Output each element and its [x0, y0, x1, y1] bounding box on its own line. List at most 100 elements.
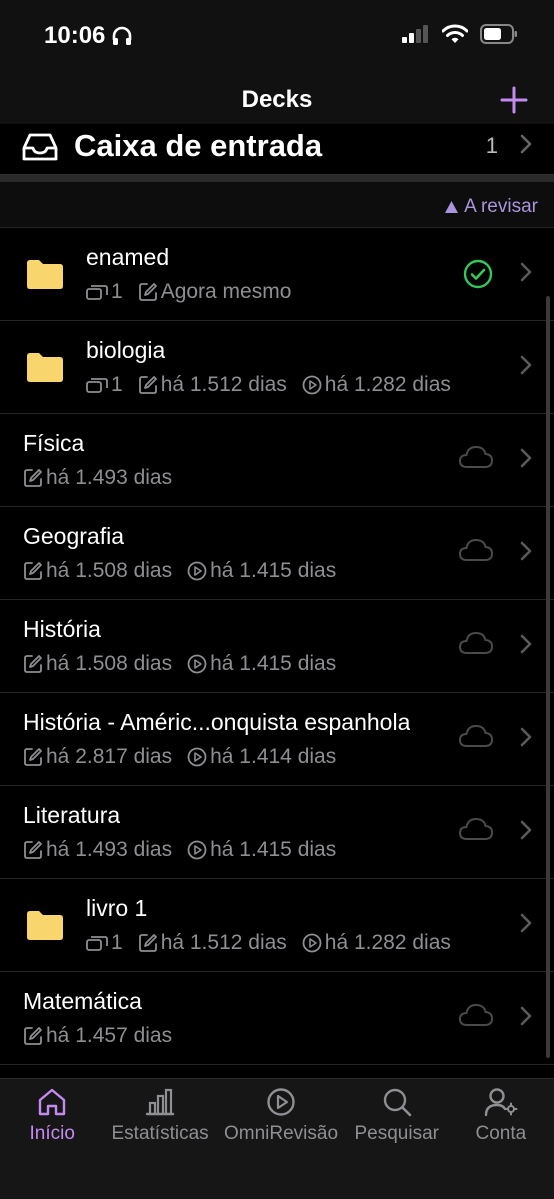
deck-meta: 1 há 1.512 dias há 1.282 dias [86, 931, 466, 955]
deck-row[interactable]: biologia 1 há 1.512 dias há 1.282 dias [0, 321, 554, 414]
deck-title: enamed [86, 244, 170, 270]
deck-meta: 1 há 1.512 dias há 1.282 dias [86, 373, 466, 397]
tab-account[interactable]: Conta [476, 1087, 526, 1145]
time-text: 10:06 [44, 22, 106, 49]
inbox-tray-icon [22, 133, 58, 161]
edit-icon [24, 562, 42, 580]
card-count: 1 [86, 373, 123, 397]
edit-icon [24, 1027, 42, 1045]
deck-meta: 1 Agora mesmo [86, 280, 306, 304]
cellular-signal-icon [402, 25, 428, 43]
sort-toggle[interactable]: A revisar [445, 196, 538, 218]
deck-title: Literatura [23, 802, 121, 828]
edited-text: há 1.493 dias [46, 838, 173, 861]
reviewed-text: há 1.415 dias [210, 559, 337, 582]
sort-label: A revisar [464, 196, 538, 217]
page-title: Decks [241, 86, 313, 113]
reviewed-text: há 1.415 dias [210, 652, 337, 675]
plus-icon [500, 86, 528, 114]
play-circle-icon [187, 654, 207, 674]
edit-icon [138, 934, 157, 952]
reviewed-text: há 1.282 dias [324, 373, 451, 396]
deck-row[interactable]: Literatura há 1.493 dias há 1.415 dias [0, 786, 554, 879]
play-circle-icon [187, 747, 207, 767]
cloud-icon [458, 631, 494, 654]
tab-home[interactable]: Início [30, 1087, 75, 1145]
tab-label: OmniRevisão [224, 1123, 339, 1144]
play-circle-icon [187, 840, 207, 860]
scrollbar[interactable] [546, 296, 550, 1058]
edit-icon [138, 283, 157, 301]
tab-label: Pesquisar [354, 1123, 440, 1144]
reviewed-date: há 1.282 dias [302, 373, 451, 397]
inbox-count: 1 [485, 133, 498, 158]
edited-date: há 1.512 dias [138, 931, 287, 955]
edited-text: há 1.508 dias [46, 559, 173, 582]
edited-text: há 1.512 dias [160, 931, 287, 954]
add-deck-button[interactable] [496, 82, 532, 118]
tab-search[interactable]: Pesquisar [354, 1087, 440, 1145]
deck-row[interactable]: livro 1 1 há 1.512 dias há 1.282 dias [0, 879, 554, 972]
deck-meta: há 1.457 dias [23, 1024, 187, 1048]
wifi-icon [442, 24, 468, 43]
edited-text: há 1.457 dias [46, 1024, 173, 1047]
chevron-right-icon [520, 727, 532, 747]
edited-date: há 1.508 dias [23, 559, 172, 583]
edited-text: há 1.508 dias [46, 652, 173, 675]
deck-row[interactable]: Física há 1.493 dias [0, 414, 554, 507]
edited-date: há 2.817 dias [23, 745, 172, 769]
play-circle-icon [267, 1088, 295, 1116]
cloud-icon [458, 445, 494, 468]
card-count-text: 1 [111, 280, 123, 303]
chevron-right-icon [520, 634, 532, 654]
edited-date: há 1.508 dias [23, 652, 172, 676]
search-icon [383, 1088, 412, 1117]
deck-row[interactable]: Matemática há 1.457 dias [0, 972, 554, 1065]
deck-title: biologia [86, 337, 166, 363]
battery-icon [480, 24, 517, 44]
deck-meta: há 1.508 dias há 1.415 dias [23, 559, 351, 583]
reviewed-date: há 1.282 dias [302, 931, 451, 955]
inbox-row[interactable]: Caixa de entrada 1 [0, 124, 554, 174]
card-count-text: 1 [111, 373, 123, 396]
cards-icon [86, 936, 108, 951]
folder-icon [27, 260, 63, 289]
play-circle-icon [302, 933, 322, 953]
status-icons [402, 24, 518, 44]
play-circle-icon [187, 561, 207, 581]
tab-play-circle[interactable]: OmniRevisão [224, 1087, 338, 1145]
inbox-label: Caixa de entrada [74, 128, 323, 163]
reviewed-date: há 1.414 dias [187, 745, 336, 769]
edit-icon [138, 376, 157, 394]
deck-meta: há 1.493 dias há 1.415 dias [23, 838, 351, 862]
home-icon [39, 1088, 66, 1116]
chevron-right-icon [520, 820, 532, 840]
deck-row[interactable]: enamed 1 Agora mesmo [0, 228, 554, 321]
card-count-text: 1 [111, 931, 123, 954]
sort-row: A revisar [0, 182, 554, 228]
edit-icon [24, 655, 42, 673]
deck-row[interactable]: História - Améric...onquista espanhola há… [0, 693, 554, 786]
cloud-icon [458, 1003, 494, 1026]
tab-label: Estatísticas [111, 1123, 209, 1144]
deck-title: História [23, 616, 101, 642]
headphones-icon [113, 26, 132, 45]
edited-text: há 1.493 dias [46, 466, 173, 489]
reviewed-date: há 1.415 dias [187, 652, 336, 676]
chevron-right-icon [520, 448, 532, 468]
folder-icon [27, 353, 63, 382]
card-count: 1 [86, 931, 123, 955]
tab-bar-chart[interactable]: Estatísticas [112, 1087, 209, 1145]
check-circle-icon [463, 259, 493, 289]
status-bar: 10:06 [0, 0, 554, 74]
deck-title: Geografia [23, 523, 125, 549]
edited-text: há 2.817 dias [46, 745, 173, 768]
deck-row[interactable]: Geografia há 1.508 dias há 1.415 dias [0, 507, 554, 600]
deck-row[interactable]: História há 1.508 dias há 1.415 dias [0, 600, 554, 693]
section-separator [0, 174, 554, 182]
bar-chart-icon [145, 1088, 175, 1116]
deck-meta: há 2.817 dias há 1.414 dias [23, 745, 351, 769]
deck-title: livro 1 [86, 895, 148, 921]
chevron-right-icon [520, 913, 532, 933]
reviewed-date: há 1.415 dias [187, 559, 336, 583]
